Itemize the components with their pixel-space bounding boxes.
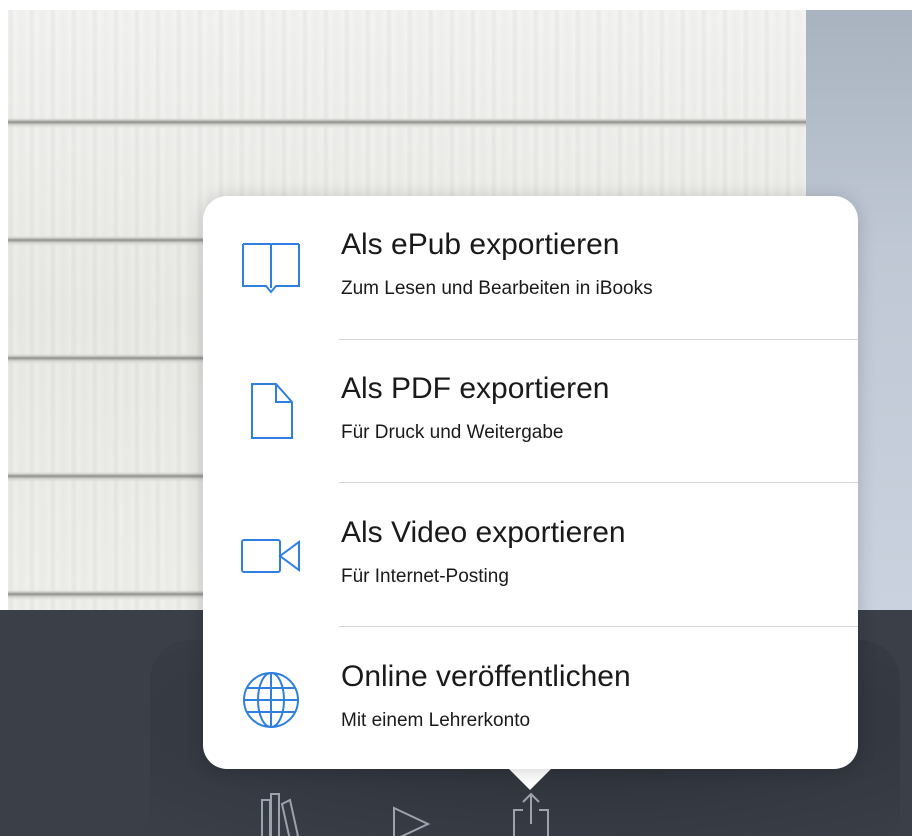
export-pdf-title: Als PDF exportieren [341, 372, 610, 405]
export-pdf-item[interactable]: Als PDF exportieren Für Druck und Weiter… [203, 340, 858, 484]
share-icon[interactable] [508, 790, 554, 836]
book-icon [239, 236, 303, 300]
export-video-title: Als Video exportieren [341, 516, 626, 549]
publish-online-subtitle: Mit einem Lehrerkonto [341, 710, 531, 731]
export-epub-subtitle: Zum Lesen und Bearbeiten in iBooks [341, 278, 653, 299]
menu-divider [339, 626, 858, 627]
export-epub-item[interactable]: Als ePub exportieren Zum Lesen und Bearb… [203, 196, 858, 340]
video-camera-icon [239, 524, 303, 588]
menu-divider [339, 482, 858, 483]
export-pdf-subtitle: Für Druck und Weitergabe [341, 422, 564, 443]
export-epub-title: Als ePub exportieren [341, 228, 620, 261]
export-video-subtitle: Für Internet-Posting [341, 566, 509, 587]
play-icon[interactable] [388, 790, 434, 836]
export-popover: Als ePub exportieren Zum Lesen und Bearb… [203, 196, 858, 769]
globe-icon [239, 668, 303, 732]
app-screen: Als ePub exportieren Zum Lesen und Bearb… [0, 0, 912, 836]
publish-online-title: Online veröffentlichen [341, 660, 631, 693]
export-video-item[interactable]: Als Video exportieren Für Internet-Posti… [203, 484, 858, 628]
library-icon[interactable] [258, 790, 304, 836]
publish-online-item[interactable]: Online veröffentlichen Mit einem Lehrerk… [203, 628, 858, 772]
document-icon [239, 380, 303, 444]
